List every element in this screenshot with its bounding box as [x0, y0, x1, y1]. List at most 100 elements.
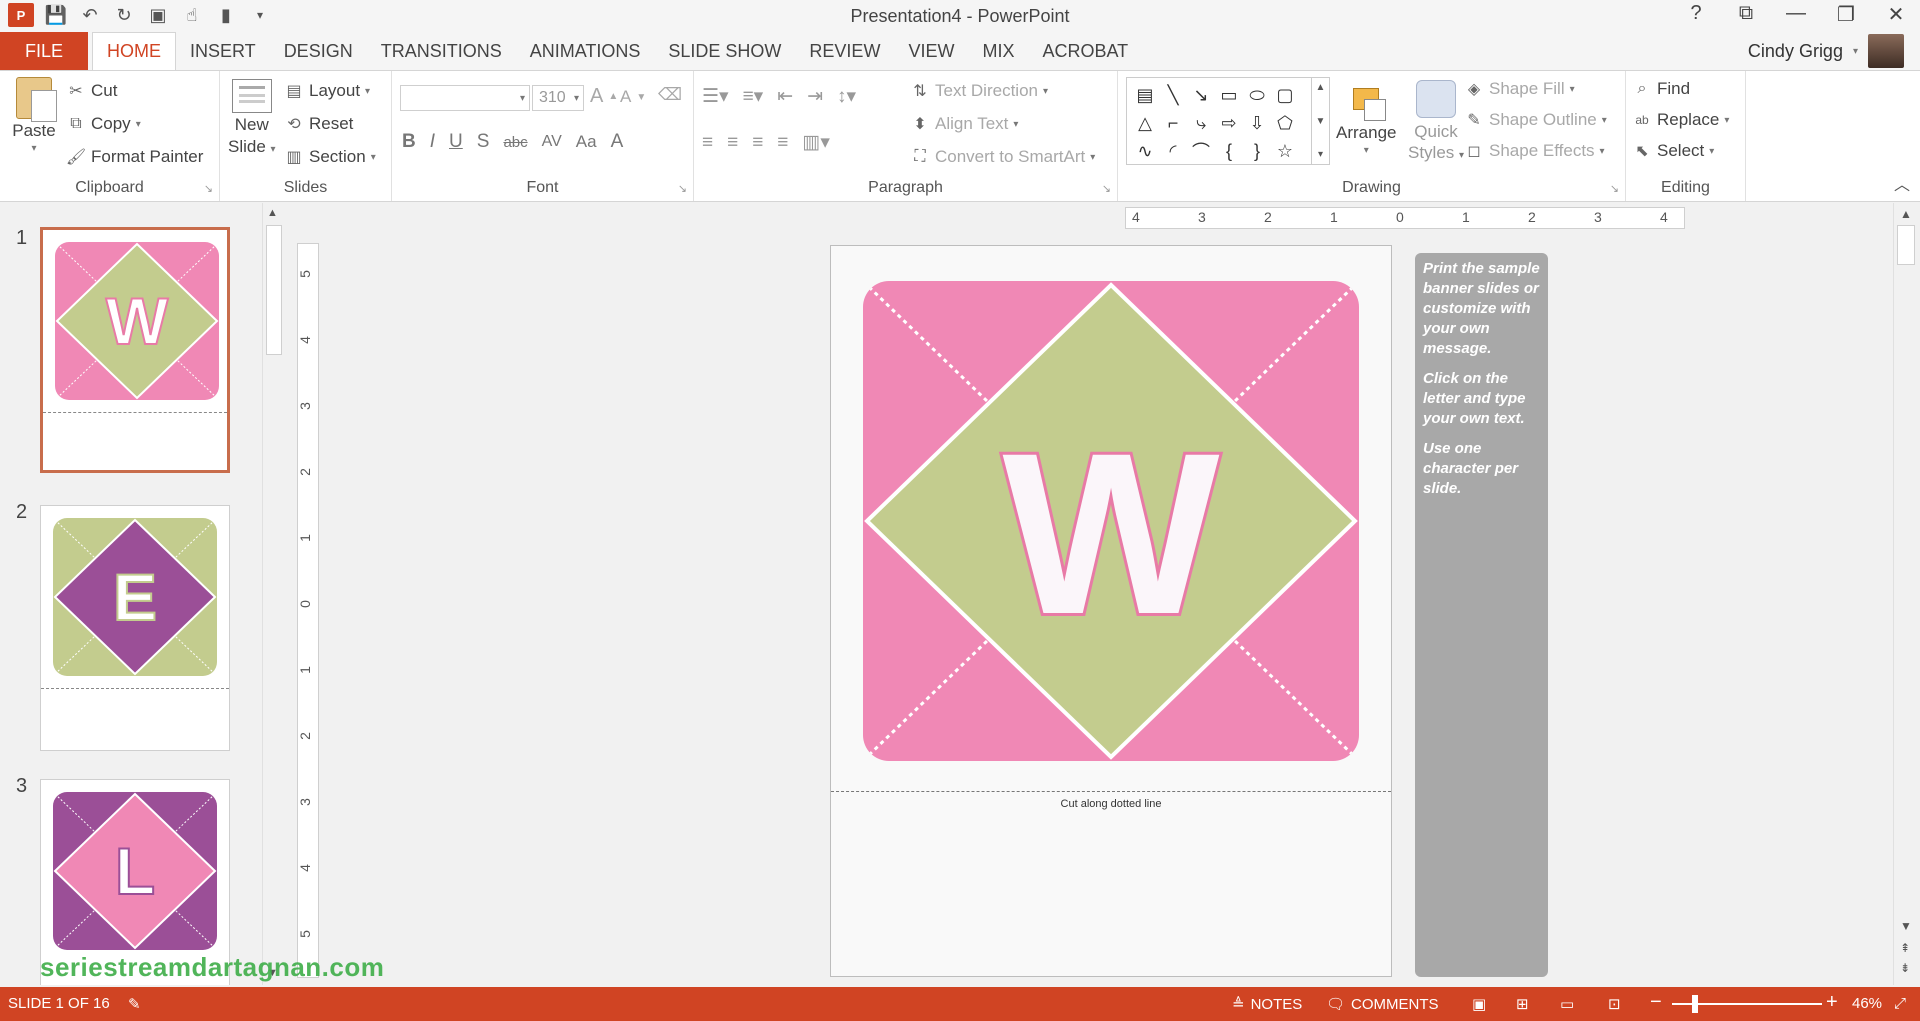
customize-qat-icon[interactable]: ▾ [248, 3, 272, 27]
dialog-launcher-icon[interactable]: ↘ [204, 182, 213, 195]
slideshow-icon[interactable]: ⊡ [1608, 995, 1621, 1013]
line-shape-icon[interactable]: ╲ [1159, 81, 1187, 109]
tab-home[interactable]: HOME [92, 32, 176, 70]
zoom-level[interactable]: 46% [1852, 995, 1882, 1012]
triangle-shape-icon[interactable]: △ [1131, 109, 1159, 137]
tab-design[interactable]: DESIGN [270, 32, 367, 70]
scroll-up-icon[interactable]: ▲ [267, 207, 278, 219]
scroll-up-icon[interactable]: ▲ [1316, 82, 1326, 93]
banner-square[interactable]: W [863, 281, 1359, 761]
help-icon[interactable]: ? [1682, 2, 1710, 27]
curve-shape-icon[interactable]: ⌒ [1187, 137, 1215, 165]
minimize-icon[interactable]: — [1782, 2, 1810, 27]
pentagon-shape-icon[interactable]: ⬠ [1271, 109, 1299, 137]
slideshow-from-start-icon[interactable]: ▣ [146, 3, 170, 27]
cut-button[interactable]: ✂ Cut [66, 81, 117, 101]
current-slide[interactable]: W Cut along dotted line [830, 245, 1392, 977]
layout-button[interactable]: ▤ Layout ▾ [284, 81, 370, 101]
redo-icon[interactable]: ↻ [112, 3, 136, 27]
normal-view-icon[interactable]: ▣ [1472, 995, 1486, 1013]
copy-button[interactable]: ⧉ Copy ▾ [66, 114, 140, 134]
dialog-launcher-icon[interactable]: ↘ [1102, 182, 1111, 195]
down-arrow-shape-icon[interactable]: ⇩ [1243, 109, 1271, 137]
slide-thumbnail-1[interactable]: W [40, 227, 230, 473]
user-name[interactable]: Cindy Grigg [1748, 41, 1843, 62]
grow-font-button[interactable]: A ▲ [590, 85, 618, 108]
left-brace-shape-icon[interactable]: { [1215, 137, 1243, 165]
text-shadow-button[interactable]: S [477, 131, 490, 153]
scroll-down-icon[interactable]: ▼ [1900, 919, 1912, 933]
slide-thumbnail-2[interactable]: E [40, 505, 230, 751]
quick-styles-button[interactable]: Quick Styles ▾ [1408, 77, 1464, 163]
instruction-panel[interactable]: Print the sample banner slides or custom… [1415, 253, 1548, 977]
right-brace-shape-icon[interactable]: } [1243, 137, 1271, 165]
font-color-button[interactable]: A [611, 131, 624, 153]
tab-review[interactable]: REVIEW [795, 32, 894, 70]
user-account[interactable]: Cindy Grigg ▾ [1748, 34, 1904, 68]
right-arrow-shape-icon[interactable]: ⇨ [1215, 109, 1243, 137]
font-size-input[interactable]: 310 ▾ [532, 85, 584, 111]
freeform-shape-icon[interactable]: ∿ [1131, 137, 1159, 165]
scroll-down-icon[interactable]: ▼ [1316, 116, 1326, 127]
close-icon[interactable]: ✕ [1882, 2, 1910, 27]
spellcheck-icon[interactable]: ✎ [128, 995, 141, 1013]
maximize-icon[interactable]: ❐ [1832, 2, 1860, 27]
next-slide-icon[interactable]: ⇟ [1900, 961, 1910, 975]
cut-label[interactable]: Cut along dotted line [831, 798, 1391, 810]
tab-mix[interactable]: MIX [968, 32, 1028, 70]
star-shape-icon[interactable]: ☆ [1271, 137, 1299, 165]
tab-animations[interactable]: ANIMATIONS [516, 32, 655, 70]
scrollbar-thumb[interactable] [1897, 225, 1915, 265]
arc-shape-icon[interactable]: ◜ [1159, 137, 1187, 165]
line-spacing-icon[interactable]: ↕▾ [837, 85, 856, 108]
new-slide-button[interactable]: New Slide ▾ [228, 79, 276, 157]
columns-icon[interactable]: ▥▾ [802, 131, 830, 154]
underline-button[interactable]: U [449, 131, 463, 153]
shapes-gallery[interactable]: ▤ ╲ ↘ ▭ ⬭ ▢ △ ⌐ ⤷ ⇨ ⇩ ⬠ ∿ ◜ ⌒ { } ☆ ▲ ▼ … [1126, 77, 1330, 165]
elbow-connector-icon[interactable]: ⌐ [1159, 109, 1187, 137]
tab-acrobat[interactable]: ACROBAT [1028, 32, 1142, 70]
format-painter-button[interactable]: 🖌 Format Painter [66, 147, 204, 167]
shrink-font-button[interactable]: A ▼ [620, 87, 646, 107]
oval-shape-icon[interactable]: ⬭ [1243, 81, 1271, 109]
shape-effects-button[interactable]: ◻ Shape Effects ▾ [1464, 141, 1604, 161]
dialog-launcher-icon[interactable]: ↘ [678, 182, 687, 195]
convert-smartart-button[interactable]: ⛶ Convert to SmartArt ▾ [910, 147, 1095, 167]
select-button[interactable]: ⬉ Select ▾ [1632, 141, 1714, 161]
layout-icon[interactable]: ▮ [214, 3, 238, 27]
tab-slide-show[interactable]: SLIDE SHOW [654, 32, 795, 70]
zoom-slider-thumb[interactable] [1692, 995, 1698, 1013]
align-text-button[interactable]: ⬍ Align Text ▾ [910, 114, 1018, 134]
tab-insert[interactable]: INSERT [176, 32, 270, 70]
slide-sorter-icon[interactable]: ⊞ [1516, 995, 1529, 1013]
previous-slide-icon[interactable]: ⇞ [1900, 941, 1910, 955]
align-center-icon[interactable]: ≡ [727, 132, 738, 154]
strikethrough-button[interactable]: abc [503, 134, 527, 151]
tab-view[interactable]: VIEW [894, 32, 968, 70]
touch-mode-icon[interactable]: ☝ [180, 3, 204, 27]
shape-outline-button[interactable]: ✎ Shape Outline ▾ [1464, 110, 1606, 130]
bold-button[interactable]: B [402, 131, 416, 153]
notes-button[interactable]: ≜ NOTES [1232, 995, 1302, 1014]
text-direction-button[interactable]: ⇅ Text Direction ▾ [910, 81, 1048, 101]
font-name-input[interactable]: ▾ [400, 85, 530, 111]
thumbnail-scrollbar[interactable]: ▲ ▼ [262, 203, 284, 985]
justify-icon[interactable]: ≡ [777, 132, 788, 154]
bullets-icon[interactable]: ☰▾ [702, 85, 729, 108]
find-button[interactable]: ⌕ Find [1632, 79, 1691, 99]
reset-button[interactable]: ⟲ Reset [284, 114, 353, 134]
section-button[interactable]: ▥ Section ▾ [284, 147, 375, 167]
tab-file[interactable]: FILE [0, 32, 88, 70]
replace-button[interactable]: ab Replace ▾ [1632, 110, 1729, 130]
arrange-button[interactable]: Arrange ▾ [1336, 77, 1396, 156]
fit-slide-icon[interactable]: ⤢ [1894, 995, 1906, 1012]
save-icon[interactable]: 💾 [44, 3, 68, 27]
decrease-indent-icon[interactable]: ⇤ [777, 85, 793, 108]
elbow-arrow-connector-icon[interactable]: ⤷ [1187, 109, 1215, 137]
clear-formatting-icon[interactable]: ⌫ [658, 85, 682, 105]
increase-indent-icon[interactable]: ⇥ [807, 85, 823, 108]
rounded-rectangle-shape-icon[interactable]: ▢ [1271, 81, 1299, 109]
zoom-in-button[interactable]: + [1826, 991, 1838, 1014]
ribbon-display-options-icon[interactable]: ⧉ [1732, 2, 1760, 27]
scrollbar-thumb[interactable] [266, 225, 282, 355]
